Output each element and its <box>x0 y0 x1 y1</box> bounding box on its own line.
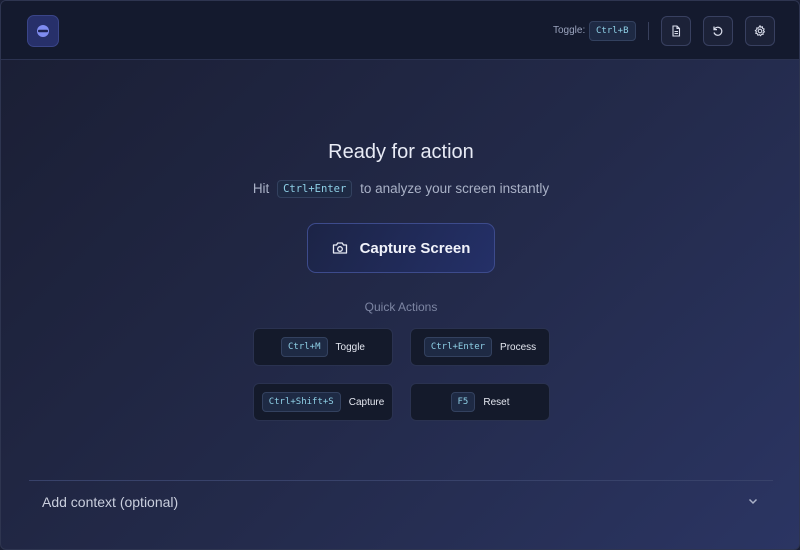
camera-icon <box>332 242 347 254</box>
quick-action-reset[interactable]: F5 Reset <box>410 383 550 421</box>
page-title: Ready for action <box>328 141 474 163</box>
instruction-prefix: Hit <box>252 181 270 196</box>
gear-icon <box>754 25 766 37</box>
document-icon <box>672 25 681 37</box>
add-context-toggle[interactable]: Add context (optional) <box>29 480 773 520</box>
quick-action-toggle[interactable]: Ctrl+M Toggle <box>253 328 393 366</box>
instruction-shortcut-key: Ctrl+Enter <box>277 180 353 198</box>
capture-screen-label: Capture Screen <box>359 239 471 257</box>
toggle-shortcut-key: Ctrl+B <box>589 21 636 41</box>
quick-action-label: Reset <box>483 396 510 408</box>
quick-action-shortcut: Ctrl+Shift+S <box>261 392 341 412</box>
chevron-down-icon <box>748 498 758 505</box>
quick-action-process[interactable]: Ctrl+Enter Process <box>410 328 550 366</box>
toggle-shortcut-label: Toggle: <box>553 25 586 36</box>
settings-button[interactable] <box>745 16 775 46</box>
app-logo-icon <box>37 25 49 37</box>
instruction-suffix: to analyze your screen instantly <box>360 181 550 196</box>
document-button[interactable] <box>661 16 691 46</box>
top-bar: Toggle: Ctrl+B <box>1 1 799 60</box>
quick-actions-heading: Quick Actions <box>364 300 438 314</box>
instruction-text: Hit Ctrl+Enter to analyze your screen in… <box>1 180 799 198</box>
quick-action-capture[interactable]: Ctrl+Shift+S Capture <box>253 383 393 421</box>
app-window: Toggle: Ctrl+B Ready for action Hit Ctrl… <box>0 0 800 550</box>
quick-action-shortcut: Ctrl+M <box>281 337 328 357</box>
add-context-label: Add context (optional) <box>42 494 179 510</box>
quick-action-label: Capture <box>348 396 385 408</box>
capture-screen-button[interactable]: Capture Screen <box>307 223 495 273</box>
refresh-icon <box>713 26 723 36</box>
quick-action-label: Process <box>500 341 537 353</box>
quick-action-shortcut: Ctrl+Enter <box>423 337 493 357</box>
reset-button[interactable] <box>703 16 733 46</box>
quick-action-shortcut: F5 <box>450 392 476 412</box>
header-divider <box>648 22 649 40</box>
app-logo[interactable] <box>27 15 59 47</box>
quick-action-label: Toggle <box>335 341 365 353</box>
